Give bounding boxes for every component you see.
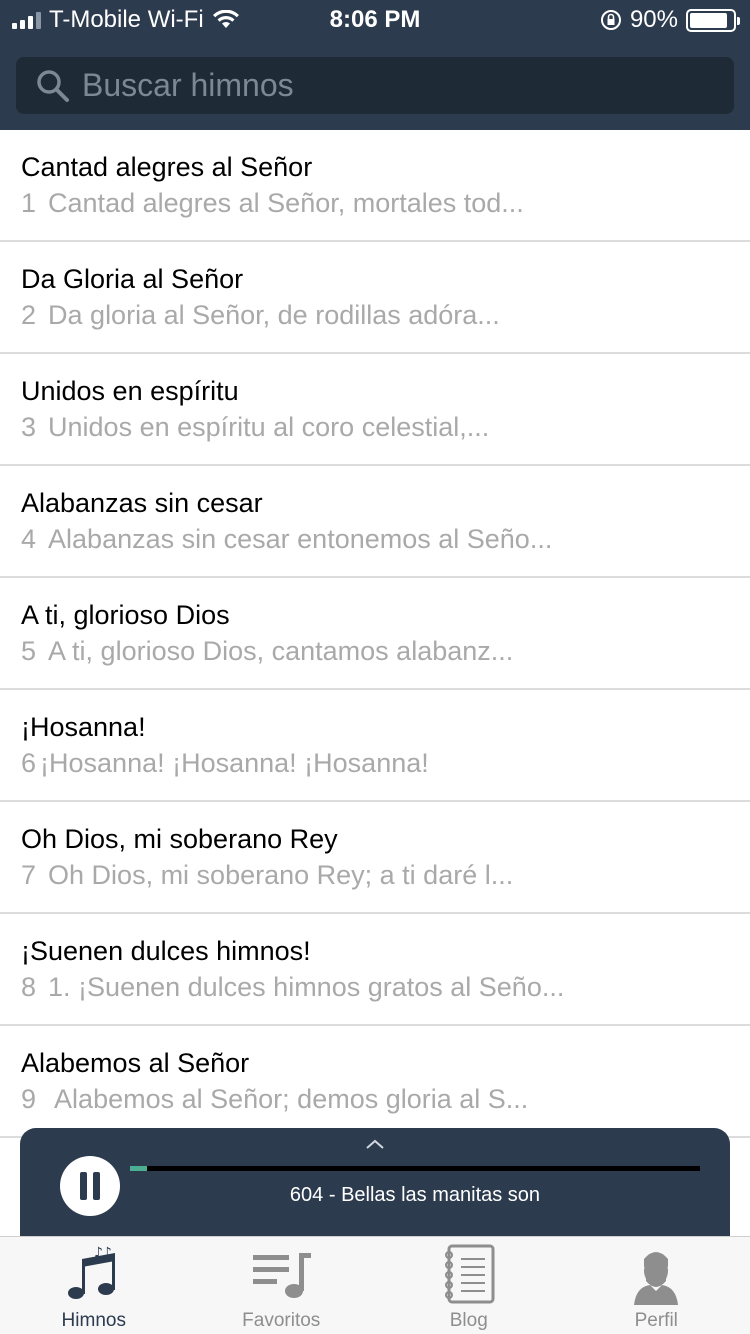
hymn-preview-text: Da gloria al Señor, de rodillas adóra...	[48, 300, 500, 330]
hymn-title: Alabemos al Señor	[21, 1048, 250, 1078]
list-item[interactable]: Alabemos al Señor 9 Alabemos al Señor; d…	[0, 1026, 750, 1138]
hymn-preview: 1 Cantad alegres al Señor, mortales tod..…	[21, 188, 524, 219]
hymn-preview: 6 ¡Hosanna! ¡Hosanna! ¡Hosanna!	[21, 748, 429, 779]
music-notes-icon: ♪♪	[67, 1245, 115, 1299]
app-header: T-Mobile Wi-Fi 8:06 PM 90%	[0, 0, 750, 130]
battery-icon	[686, 8, 740, 32]
status-right: 90%	[600, 6, 740, 34]
list-item[interactable]: A ti, glorioso Dios 5 A ti, glorioso Dios…	[0, 578, 750, 690]
hymn-preview-text: ¡Hosanna! ¡Hosanna! ¡Hosanna!	[40, 748, 429, 778]
hymn-preview-text: 1. ¡Suenen dulces himnos gratos al Seño.…	[48, 972, 565, 1002]
svg-text:♪♪: ♪♪	[94, 1245, 112, 1261]
hymn-preview-text: Oh Dios, mi soberano Rey; a ti daré l...	[48, 860, 514, 890]
search-icon	[37, 69, 69, 102]
tab-label: Himnos	[61, 1310, 126, 1331]
search-input[interactable]	[82, 67, 682, 104]
hymn-title: Unidos en espíritu	[21, 376, 239, 406]
hymn-title: Oh Dios, mi soberano Rey	[21, 824, 338, 854]
hymn-title: A ti, glorioso Dios	[21, 600, 230, 630]
search-bar[interactable]	[16, 57, 734, 114]
list-item[interactable]: Cantad alegres al Señor 1 Cantad alegres …	[0, 130, 750, 242]
hymn-number: 6	[21, 748, 37, 778]
tab-blog[interactable]: Blog	[375, 1237, 563, 1334]
hymn-preview-text: Alabemos al Señor; demos gloria al S...	[48, 1084, 529, 1114]
list-item[interactable]: Unidos en espíritu 3 Unidos en espíritu a…	[0, 354, 750, 466]
hymn-preview: 5 A ti, glorioso Dios, cantamos alabanz..…	[21, 636, 513, 667]
status-bar: T-Mobile Wi-Fi 8:06 PM 90%	[0, 0, 750, 40]
hymn-number: 3	[21, 412, 37, 442]
hymn-preview: 4 Alabanzas sin cesar entonemos al Seño..…	[21, 524, 552, 555]
hymn-number: 2	[21, 300, 37, 330]
playlist-icon	[253, 1253, 312, 1298]
progress-fill	[130, 1166, 148, 1171]
hymn-preview: 7 Oh Dios, mi soberano Rey; a ti daré l..…	[21, 860, 513, 891]
list-item[interactable]: ¡Hosanna! 6 ¡Hosanna! ¡Hosanna! ¡Hosanna!	[0, 690, 750, 802]
mini-player[interactable]: 604 - Bellas las manitas son	[20, 1128, 730, 1248]
rotation-lock-icon	[600, 10, 621, 30]
tab-label: Favoritos	[242, 1310, 321, 1331]
hymn-preview: 9 Alabemos al Señor; demos gloria al S..…	[21, 1084, 528, 1115]
playback-progress[interactable]	[130, 1166, 700, 1171]
hymn-preview-text: Cantad alegres al Señor, mortales tod...	[48, 188, 524, 218]
now-playing-title: 604 - Bellas las manitas son	[289, 1184, 541, 1206]
pause-button[interactable]	[60, 1156, 120, 1216]
tab-favoritos[interactable]: Favoritos	[188, 1237, 376, 1334]
hymn-number: 8	[21, 972, 37, 1002]
list-item[interactable]: ¡Suenen dulces himnos! 8 1. ¡Suenen dulce…	[0, 914, 750, 1026]
hymn-number: 4	[21, 524, 37, 554]
hymn-preview: 2 Da gloria al Señor, de rodillas adóra..…	[21, 300, 500, 331]
hymn-title: Da Gloria al Señor	[21, 264, 244, 294]
hymn-preview: 8 1. ¡Suenen dulces himnos gratos al Seño…	[21, 972, 564, 1003]
battery-percent: 90%	[629, 6, 678, 33]
hymn-number: 1	[21, 188, 37, 218]
hymn-preview-text: Unidos en espíritu al coro celestial,...	[48, 412, 490, 442]
tab-perfil[interactable]: Perfil	[563, 1237, 750, 1334]
list-item[interactable]: Alabanzas sin cesar 4 Alabanzas sin cesar…	[0, 466, 750, 578]
hymn-title: ¡Hosanna!	[21, 712, 146, 742]
hymn-title: ¡Suenen dulces himnos!	[21, 936, 311, 966]
bearded-person-icon	[634, 1252, 679, 1305]
hymn-number: 9	[21, 1084, 37, 1114]
list-item[interactable]: Da Gloria al Señor 2 Da gloria al Señor, …	[0, 242, 750, 354]
hymn-preview-text: A ti, glorioso Dios, cantamos alabanz...	[48, 636, 514, 666]
notebook-icon	[444, 1244, 495, 1304]
hymn-title: Alabanzas sin cesar	[21, 488, 263, 518]
tab-label: Perfil	[634, 1310, 678, 1331]
tab-himnos[interactable]: ♪♪ Himnos	[0, 1237, 188, 1334]
tab-bar: ♪♪ Himnos Favoritos Blog Perfil	[0, 1236, 750, 1334]
hymn-number: 5	[21, 636, 37, 666]
list-item[interactable]: Oh Dios, mi soberano Rey 7 Oh Dios, mi so…	[0, 802, 750, 914]
chevron-up-icon[interactable]	[365, 1138, 385, 1150]
hymn-list: Cantad alegres al Señor 1 Cantad alegres …	[0, 130, 750, 1138]
hymn-preview: 3 Unidos en espíritu al coro celestial,..…	[21, 412, 489, 443]
hymn-title: Cantad alegres al Señor	[21, 152, 313, 182]
hymn-number: 7	[21, 860, 37, 890]
hymn-preview-text: Alabanzas sin cesar entonemos al Seño...	[48, 524, 553, 554]
tab-label: Blog	[449, 1310, 488, 1331]
